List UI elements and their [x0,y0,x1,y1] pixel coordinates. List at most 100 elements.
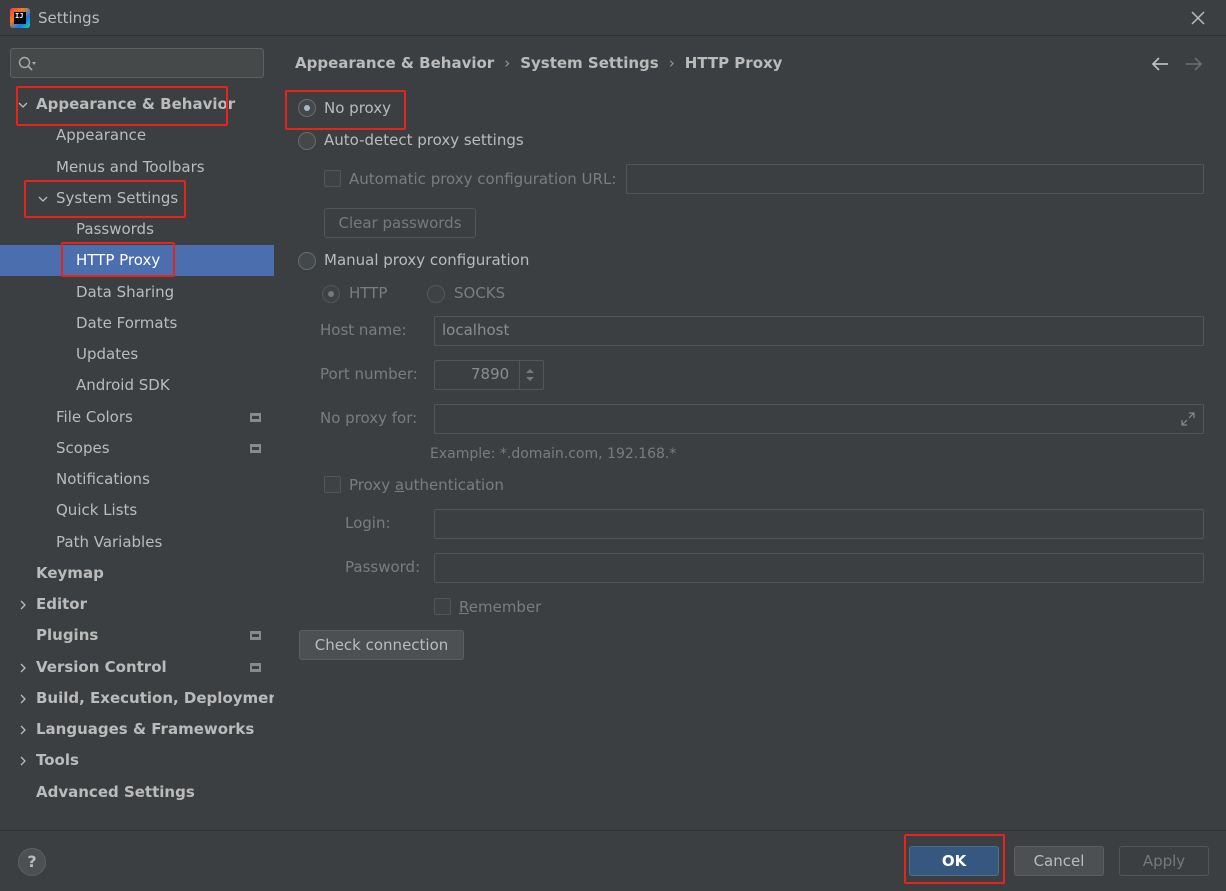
port-number-label: Port number: [320,365,418,383]
sidebar-item-label: Notifications [56,470,150,488]
auto-detect-label[interactable]: Auto-detect proxy settings [324,130,524,150]
project-level-icon [250,631,261,640]
spinner-arrows-icon[interactable] [523,365,537,385]
sidebar-item-label: Scopes [56,439,110,457]
back-arrow-icon[interactable] [1150,55,1170,73]
close-icon[interactable] [1188,8,1208,28]
sidebar-item-languages-frameworks[interactable]: Languages & Frameworks [0,714,274,745]
manual-proxy-radio[interactable] [298,252,316,270]
sidebar-item-menus-toolbars[interactable]: Menus and Toolbars [0,152,274,183]
sidebar-item-scopes[interactable]: Scopes [0,433,274,464]
chevron-right-icon[interactable] [18,725,28,735]
no-proxy-for-input[interactable] [434,404,1204,434]
sidebar-item-date-formats[interactable]: Date Formats [0,308,274,339]
app-icon-text: IJ [14,12,26,24]
chevron-right-icon[interactable] [18,663,28,673]
sidebar-item-build-execution-deployment[interactable]: Build, Execution, Deployment [0,683,286,714]
sidebar-item-label: Advanced Settings [36,783,195,801]
ok-button[interactable]: OK [909,846,999,876]
port-number-stepper[interactable]: 7890 [434,360,544,390]
expand-icon[interactable] [1181,412,1195,426]
sidebar-item-advanced-settings[interactable]: Advanced Settings [0,777,274,808]
sidebar-item-path-variables[interactable]: Path Variables [0,527,274,558]
apply-button[interactable]: Apply [1119,846,1209,876]
proxy-authentication-checkbox[interactable] [324,476,341,493]
sidebar-item-label: File Colors [56,408,133,426]
sidebar-item-label: Passwords [76,220,154,238]
sidebar-item-quick-lists[interactable]: Quick Lists [0,495,274,526]
chevron-right-icon[interactable] [18,694,28,704]
sidebar-item-http-proxy[interactable]: HTTP Proxy [0,245,274,276]
no-proxy-radio[interactable] [298,99,316,117]
sidebar-item-label: Editor [36,595,87,613]
sidebar-item-label: HTTP Proxy [76,251,161,269]
no-proxy-label[interactable]: No proxy [324,98,391,118]
sidebar-item-label: Version Control [36,658,167,676]
check-connection-button[interactable]: Check connection [299,630,464,660]
sidebar-item-editor[interactable]: Editor [0,589,274,620]
sidebar-item-file-colors[interactable]: File Colors [0,402,274,433]
breadcrumb-item: HTTP Proxy [684,54,783,72]
breadcrumb-item[interactable]: System Settings [520,54,659,72]
breadcrumb-separator-icon: › [668,54,675,72]
sidebar-item-label: Date Formats [76,314,178,332]
sidebar-item-label: System Settings [56,189,179,207]
sidebar-item-label: Appearance & Behavior [36,95,236,113]
http-label[interactable]: HTTP [349,283,387,303]
port-number-value: 7890 [471,365,510,383]
forward-arrow-icon[interactable] [1184,55,1204,73]
auto-config-url-label: Automatic proxy configuration URL: [349,170,617,188]
project-level-icon [250,444,261,453]
cancel-button[interactable]: Cancel [1014,846,1104,876]
sidebar-item-label: Languages & Frameworks [36,720,255,738]
password-input[interactable] [434,553,1204,583]
chevron-down-icon[interactable] [18,100,28,110]
breadcrumb-item[interactable]: Appearance & Behavior [295,54,494,72]
sidebar-item-label: Data Sharing [76,283,175,301]
sidebar-item-label: Path Variables [56,533,163,551]
help-button[interactable]: ? [18,848,46,876]
clear-passwords-button[interactable]: Clear passwords [324,208,476,238]
settings-search-input[interactable] [10,48,264,78]
sidebar-item-label: Build, Execution, Deployment [36,689,287,707]
login-input[interactable] [434,509,1204,539]
host-name-input[interactable]: localhost [434,316,1204,346]
http-radio[interactable] [322,285,340,303]
proxy-authentication-label[interactable]: Proxy authentication [349,475,504,495]
intellij-app-icon: IJ [10,8,30,28]
sidebar-item-tools[interactable]: Tools [0,745,274,776]
sidebar-item-label: Plugins [36,626,99,644]
sidebar-item-version-control[interactable]: Version Control [0,652,274,683]
sidebar-item-data-sharing[interactable]: Data Sharing [0,277,274,308]
chevron-right-icon[interactable] [18,756,28,766]
sidebar-item-label: Tools [36,751,79,769]
sidebar-item-passwords[interactable]: Passwords [0,214,274,245]
sidebar-item-label: Updates [76,345,139,363]
auto-config-url-checkbox[interactable] [324,170,341,187]
sidebar-item-appearance[interactable]: Appearance [0,120,274,151]
sidebar-item-android-sdk[interactable]: Android SDK [0,370,274,401]
auto-config-url-input[interactable] [626,164,1204,194]
sidebar-item-notifications[interactable]: Notifications [0,464,274,495]
project-level-icon [250,413,261,422]
breadcrumb: Appearance & Behavior › System Settings › HT… [295,54,782,72]
chevron-right-icon[interactable] [18,600,28,610]
sidebar-item-keymap[interactable]: Keymap [0,558,274,589]
auto-detect-radio[interactable] [298,132,316,150]
sidebar-item-label: Menus and Toolbars [56,158,205,176]
socks-label[interactable]: SOCKS [454,283,505,303]
sidebar-item-label: Android SDK [76,376,170,394]
remember-label[interactable]: Remember [459,597,541,617]
sidebar-item-appearance-behavior[interactable]: Appearance & Behavior [0,89,274,120]
sidebar-item-plugins[interactable]: Plugins [0,620,274,651]
sidebar-item-system-settings[interactable]: System Settings [0,183,274,214]
manual-proxy-label[interactable]: Manual proxy configuration [324,250,529,270]
socks-radio[interactable] [427,285,445,303]
title-bar [0,0,1226,36]
remember-checkbox[interactable] [434,598,451,615]
password-label: Password: [345,558,421,576]
window-title: Settings [38,9,100,27]
chevron-down-icon[interactable] [38,194,48,204]
sidebar-item-updates[interactable]: Updates [0,339,274,370]
project-level-icon [250,663,261,672]
